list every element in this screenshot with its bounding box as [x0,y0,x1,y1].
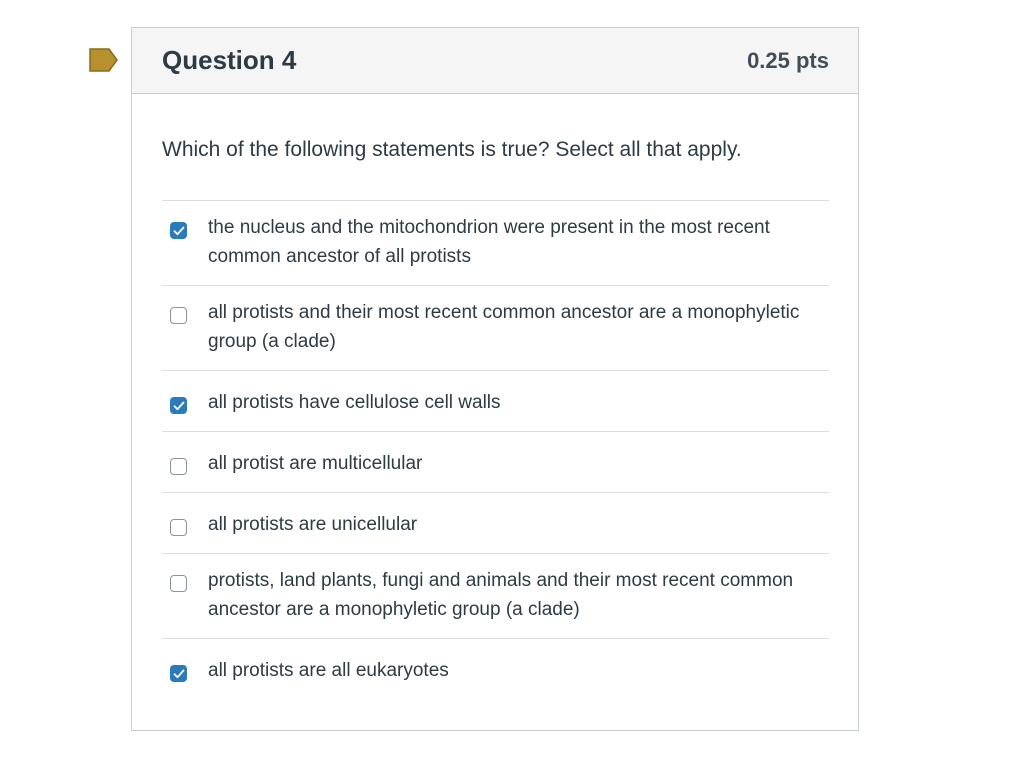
checkmark-icon [173,401,184,410]
question-body: Which of the following statements is tru… [132,94,858,700]
checkbox-checked[interactable] [170,222,187,239]
answer-label[interactable]: all protist are multicellular [208,449,422,478]
checkmark-icon [173,226,184,235]
answer-option[interactable]: all protists and their most recent commo… [162,286,829,371]
answer-option[interactable]: all protists are unicellular [162,493,829,554]
checkbox[interactable] [170,307,187,324]
checkmark-icon [173,669,184,678]
checkbox[interactable] [170,458,187,475]
answer-label[interactable]: all protists are all eukaryotes [208,656,449,685]
answer-option[interactable]: all protist are multicellular [162,432,829,493]
answer-option[interactable]: protists, land plants, fungi and animals… [162,554,829,639]
answer-label[interactable]: all protists and their most recent commo… [208,298,829,356]
answer-list: the nucleus and the mitochondrion were p… [162,200,829,700]
question-card: Question 4 0.25 pts Which of the followi… [131,27,859,731]
question-text: Which of the following statements is tru… [162,138,742,161]
question-header: Question 4 0.25 pts [132,28,858,94]
checkbox-checked[interactable] [170,397,187,414]
question-points: 0.25 pts [747,47,829,73]
answer-option[interactable]: the nucleus and the mitochondrion were p… [162,201,829,286]
checkbox[interactable] [170,575,187,592]
answer-label[interactable]: all protists are unicellular [208,510,417,539]
answer-option[interactable]: all protists are all eukaryotes [162,639,829,700]
answer-label[interactable]: all protists have cellulose cell walls [208,388,501,417]
checkbox-checked[interactable] [170,665,187,682]
answer-label[interactable]: the nucleus and the mitochondrion were p… [208,213,829,271]
answer-label[interactable]: protists, land plants, fungi and animals… [208,566,829,624]
flag-question-icon[interactable] [89,47,119,73]
answer-option[interactable]: all protists have cellulose cell walls [162,371,829,432]
checkbox[interactable] [170,519,187,536]
question-title: Question 4 [162,45,297,75]
